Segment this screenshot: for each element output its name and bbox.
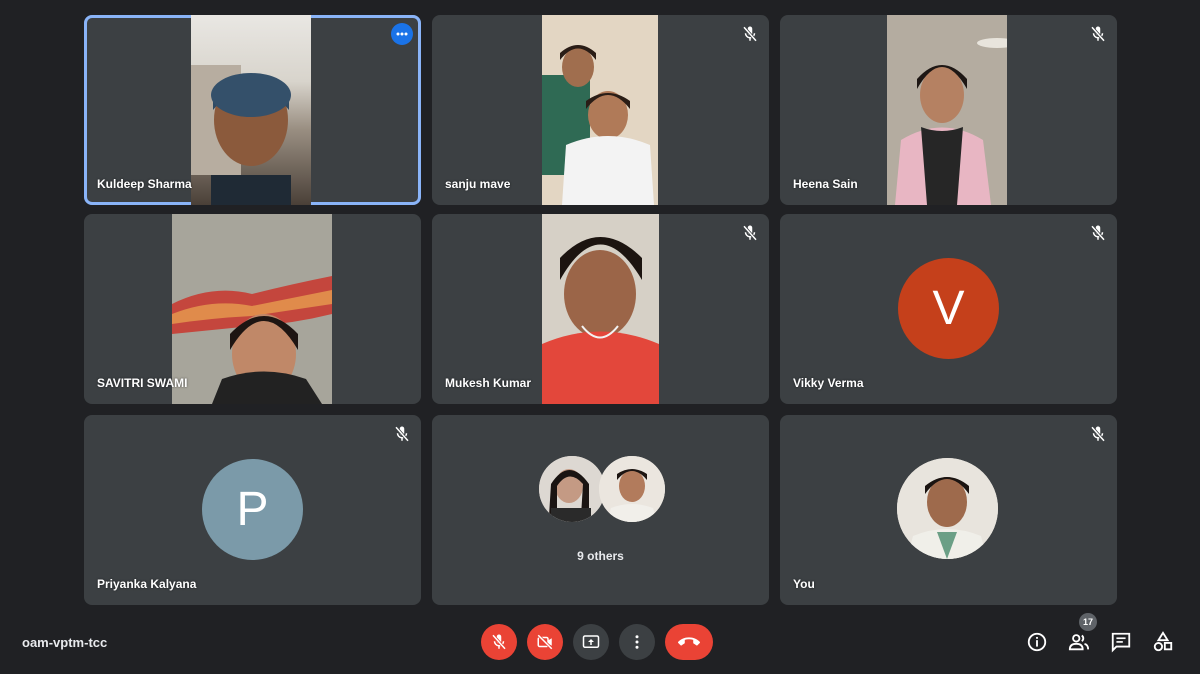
meeting-code: oam-vptm-tcc	[22, 635, 108, 650]
participant-name: SAVITRI SWAMI	[97, 376, 188, 390]
tile-priyanka-kalyana[interactable]: P Priyanka Kalyana	[84, 415, 421, 605]
mic-off-icon	[1090, 426, 1106, 442]
activities-button[interactable]	[1151, 630, 1175, 654]
participant-name: Priyanka Kalyana	[97, 577, 197, 591]
mic-off-icon	[1090, 26, 1106, 42]
mic-off-icon	[1090, 225, 1106, 241]
more-options-icon	[396, 32, 408, 36]
tile-you[interactable]: You	[780, 415, 1117, 605]
more-options-button[interactable]	[391, 23, 413, 45]
mic-off-icon	[742, 225, 758, 241]
avatar: P	[202, 459, 303, 560]
participant-video	[542, 214, 659, 404]
others-count-label: 9 others	[577, 549, 624, 563]
participant-name: Kuldeep Sharma	[97, 177, 192, 191]
avatar	[539, 456, 605, 522]
tile-others[interactable]: 9 others	[432, 415, 769, 605]
mic-off-icon	[491, 634, 507, 650]
tile-savitri-swami[interactable]: SAVITRI SWAMI	[84, 214, 421, 404]
participant-count-badge: 17	[1079, 613, 1097, 631]
avatar	[599, 456, 665, 522]
more-options-button[interactable]	[619, 624, 655, 660]
participant-name: You	[793, 577, 815, 591]
participant-name: Heena Sain	[793, 177, 858, 191]
camera-off-icon	[537, 634, 553, 650]
activities-icon	[1153, 631, 1173, 652]
tile-kuldeep-sharma[interactable]: Kuldeep Sharma	[84, 15, 421, 205]
end-call-icon	[678, 637, 700, 646]
participant-name: Vikky Verma	[793, 376, 864, 390]
participant-name: sanju mave	[445, 177, 511, 191]
mic-off-icon	[394, 426, 410, 442]
meeting-details-button[interactable]	[1025, 630, 1049, 654]
toggle-mic-button[interactable]	[481, 624, 517, 660]
participant-video	[191, 15, 311, 205]
present-screen-icon	[582, 635, 600, 648]
participant-video	[172, 214, 332, 404]
mic-off-icon	[742, 26, 758, 42]
tile-heena-sain[interactable]: Heena Sain	[780, 15, 1117, 205]
avatar	[897, 458, 998, 559]
end-call-button[interactable]	[665, 624, 713, 660]
bottom-toolbar: oam-vptm-tcc	[0, 604, 1200, 674]
tile-sanju-mave[interactable]: sanju mave	[432, 15, 769, 205]
toggle-camera-button[interactable]	[527, 624, 563, 660]
present-screen-button[interactable]	[573, 624, 609, 660]
tile-mukesh-kumar[interactable]: Mukesh Kumar	[432, 214, 769, 404]
avatar: V	[898, 258, 999, 359]
chat-icon	[1111, 632, 1131, 653]
tile-vikky-verma[interactable]: V Vikky Verma	[780, 214, 1117, 404]
more-vert-icon	[635, 635, 639, 649]
info-icon	[1027, 632, 1047, 652]
participant-name: Mukesh Kumar	[445, 376, 532, 390]
people-button[interactable]	[1067, 630, 1091, 654]
people-icon	[1068, 634, 1090, 651]
chat-button[interactable]	[1109, 630, 1133, 654]
participant-video	[542, 15, 658, 205]
participant-video	[887, 15, 1007, 205]
